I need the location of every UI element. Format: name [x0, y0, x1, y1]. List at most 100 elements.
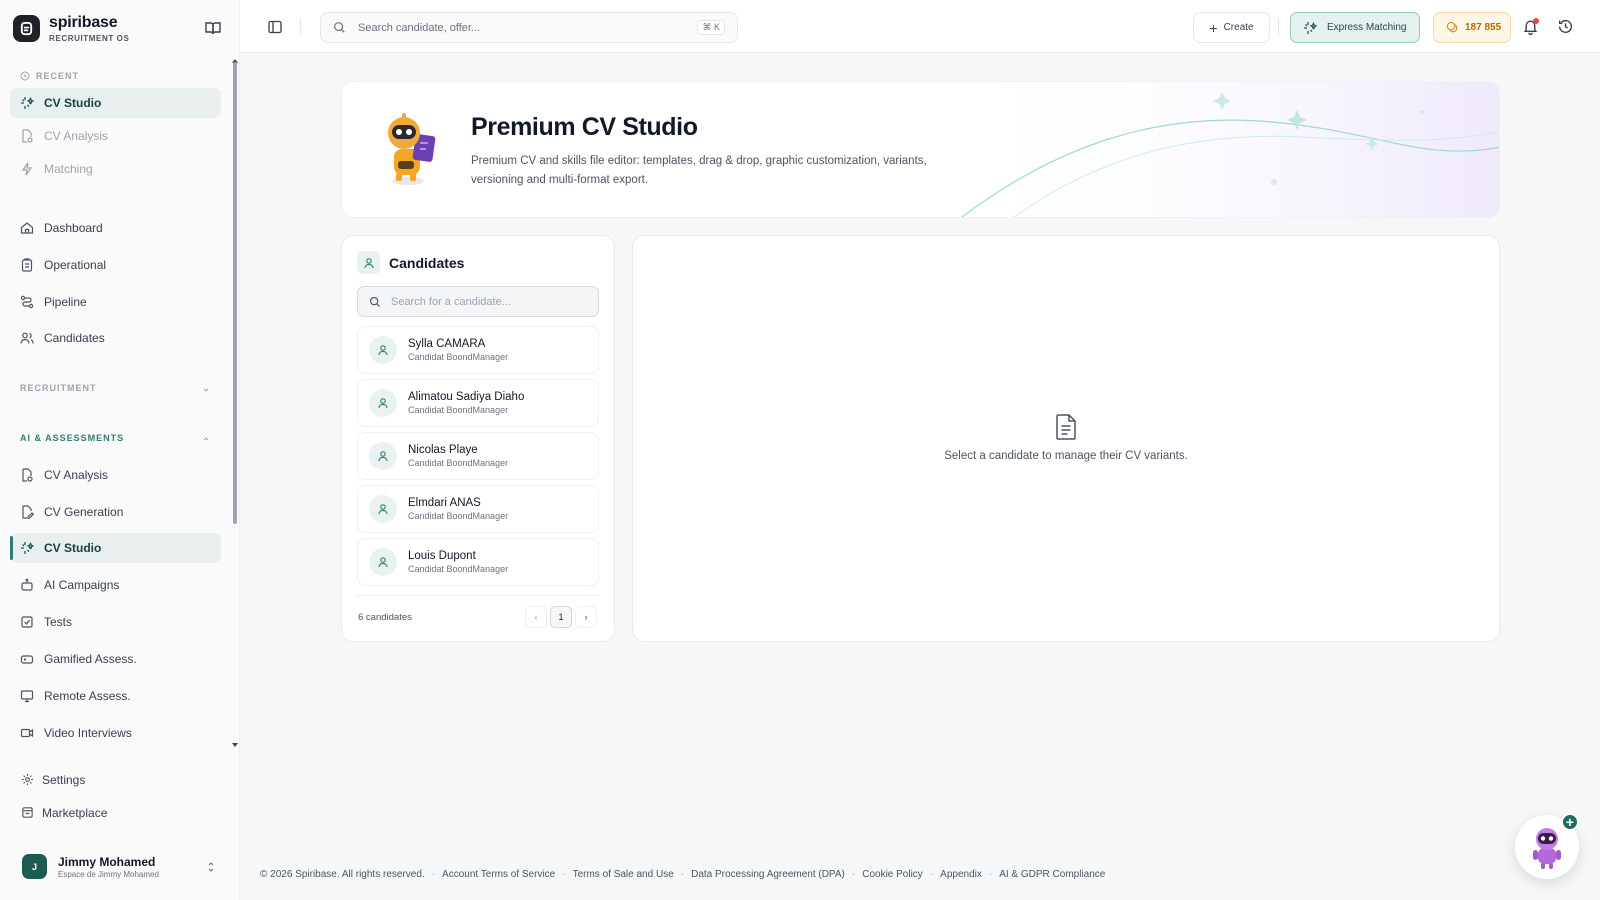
brand-subtitle: RECRUITMENT OS: [49, 34, 130, 43]
footer-separator: ·: [562, 869, 566, 880]
book-open-icon[interactable]: [204, 19, 222, 37]
sidebar-item-candidates[interactable]: Candidates: [10, 323, 221, 353]
chevron-right-icon[interactable]: ›: [575, 606, 597, 628]
sidebar-toggle-icon[interactable]: [267, 19, 283, 35]
users-icon: [19, 331, 34, 346]
sidebar-item-settings[interactable]: Settings: [20, 772, 85, 787]
footer-link-terms-of-sale[interactable]: Terms of Sale and Use: [573, 869, 674, 880]
chevron-down-icon[interactable]: [201, 385, 211, 395]
gear-icon: [20, 772, 35, 787]
video-icon: [19, 726, 34, 741]
plus-icon[interactable]: +: [1561, 813, 1579, 831]
page-button[interactable]: 1: [550, 606, 572, 628]
sidebar-item-marketplace[interactable]: Marketplace: [20, 805, 107, 820]
clock-icon: [20, 71, 30, 81]
sidebar-item-tests[interactable]: Tests: [10, 607, 221, 637]
candidate-name: Nicolas Playe: [408, 444, 478, 456]
plus-icon: +: [1209, 19, 1218, 36]
user-profile[interactable]: J Jimmy Mohamed Espace de Jimmy Mohamed: [22, 854, 159, 879]
section-recent-label: RECENT: [20, 71, 79, 81]
credits-button[interactable]: 187 855: [1433, 12, 1511, 43]
hero-decoration: [942, 82, 1499, 217]
sidebar-item-cv-analysis[interactable]: CV Analysis: [10, 460, 221, 490]
brand-logo-icon: [13, 15, 40, 42]
sidebar-scrollbar-thumb[interactable]: [233, 62, 237, 524]
candidates-title: Candidates: [389, 254, 465, 271]
clipboard-icon: [19, 258, 34, 273]
page-title: Premium CV Studio: [471, 113, 698, 141]
section-recruitment-label[interactable]: RECRUITMENT: [20, 383, 97, 393]
candidate-source: Candidat BoondManager: [408, 511, 509, 521]
topbar-divider: [1278, 18, 1279, 36]
brand[interactable]: spiribase RECRUITMENT OS: [13, 14, 129, 43]
hero-card: Premium CV Studio Premium CV and skills …: [341, 81, 1500, 218]
user-icon: [369, 389, 397, 417]
history-icon[interactable]: [1557, 18, 1574, 35]
gamepad-icon: [19, 652, 34, 667]
nav-label: Matching: [44, 162, 93, 176]
candidate-item[interactable]: Alimatou Sadiya Diaho Candidat BoondMana…: [357, 379, 599, 427]
footer-link-account-terms[interactable]: Account Terms of Service: [442, 869, 555, 880]
nav-label: Settings: [42, 772, 86, 787]
copyright: © 2026 Spiribase. All rights reserved.: [260, 869, 425, 880]
sidebar-item-ai-campaigns[interactable]: AI Campaigns: [10, 570, 221, 600]
candidate-item[interactable]: Elmdari ANAS Candidat BoondManager: [357, 485, 599, 533]
candidate-item[interactable]: Louis Dupont Candidat BoondManager: [357, 538, 599, 586]
candidate-search-input[interactable]: Search for a candidate...: [357, 286, 599, 317]
sidebar-item-dashboard[interactable]: Dashboard: [10, 213, 221, 243]
file-text-icon: [1056, 414, 1076, 440]
search-placeholder: Search candidate, offer...: [358, 21, 481, 34]
footer-link-appendix[interactable]: Appendix: [940, 869, 982, 880]
chevron-left-icon[interactable]: ‹: [525, 606, 547, 628]
sidebar-recent-matching[interactable]: Matching: [10, 154, 221, 184]
candidate-name: Louis Dupont: [408, 550, 476, 562]
global-search-input[interactable]: Search candidate, offer... ⌘ K: [320, 12, 738, 43]
nav-label: Remote Assess.: [44, 689, 131, 703]
user-icon: [369, 548, 397, 576]
user-icon: [369, 495, 397, 523]
sidebar-item-gamified-assess[interactable]: Gamified Assess.: [10, 644, 221, 674]
footer-link-ai-gdpr[interactable]: AI & GDPR Compliance: [999, 869, 1105, 880]
sidebar-recent-cv-studio[interactable]: CV Studio: [10, 88, 221, 118]
chevrons-up-down-icon[interactable]: [206, 860, 216, 874]
candidate-item[interactable]: Sylla CAMARA Candidat BoondManager: [357, 326, 599, 374]
robot-assistant-icon: [1533, 828, 1561, 869]
section-ai-assessments-label[interactable]: AI & ASSESSMENTS: [20, 433, 124, 443]
chevron-up-icon[interactable]: [201, 434, 211, 444]
candidate-name: Elmdari ANAS: [408, 497, 481, 509]
footer-link-dpa[interactable]: Data Processing Agreement (DPA): [691, 869, 845, 880]
candidate-item[interactable]: Nicolas Playe Candidat BoondManager: [357, 432, 599, 480]
scroll-down-arrow[interactable]: [232, 743, 238, 747]
sidebar-item-operational[interactable]: Operational: [10, 250, 221, 280]
nav-label: CV Analysis: [44, 468, 109, 482]
user-icon: [369, 336, 397, 364]
create-label: Create: [1223, 22, 1254, 33]
sidebar-item-video-interviews[interactable]: Video Interviews: [10, 718, 221, 748]
sidebar-item-cv-studio[interactable]: CV Studio: [10, 533, 221, 563]
credits-value: 187 855: [1465, 22, 1502, 33]
nav-label: CV Studio: [44, 96, 102, 110]
candidate-source: Candidat BoondManager: [408, 564, 509, 574]
candidate-name: Sylla CAMARA: [408, 338, 486, 350]
create-button[interactable]: + Create: [1193, 12, 1270, 43]
footer-separator: ·: [988, 869, 993, 880]
checkbox-icon: [19, 615, 34, 630]
pagination: ‹ 1 ›: [522, 606, 597, 628]
candidate-source: Candidat BoondManager: [408, 458, 509, 468]
nav-label: Gamified Assess.: [44, 652, 137, 666]
robot-mascot-icon: [388, 113, 436, 185]
candidate-name: Alimatou Sadiya Diaho: [408, 391, 525, 403]
coins-icon: [1446, 21, 1459, 34]
footer-link-cookie-policy[interactable]: Cookie Policy: [862, 869, 923, 880]
route-icon: [19, 295, 34, 310]
user-workspace: Espace de Jimmy Mohamed: [58, 869, 159, 879]
express-matching-label: Express Matching: [1327, 22, 1407, 33]
sidebar-item-cv-generation[interactable]: CV Generation: [10, 497, 221, 527]
sidebar-item-pipeline[interactable]: Pipeline: [10, 287, 221, 317]
sidebar-item-remote-assess[interactable]: Remote Assess.: [10, 681, 221, 711]
sidebar-recent-cv-analysis[interactable]: CV Analysis: [10, 121, 221, 151]
express-matching-button[interactable]: Express Matching: [1290, 12, 1420, 43]
topbar-divider: [300, 18, 301, 36]
search-icon: [334, 22, 345, 33]
nav-label: Candidates: [44, 331, 105, 345]
